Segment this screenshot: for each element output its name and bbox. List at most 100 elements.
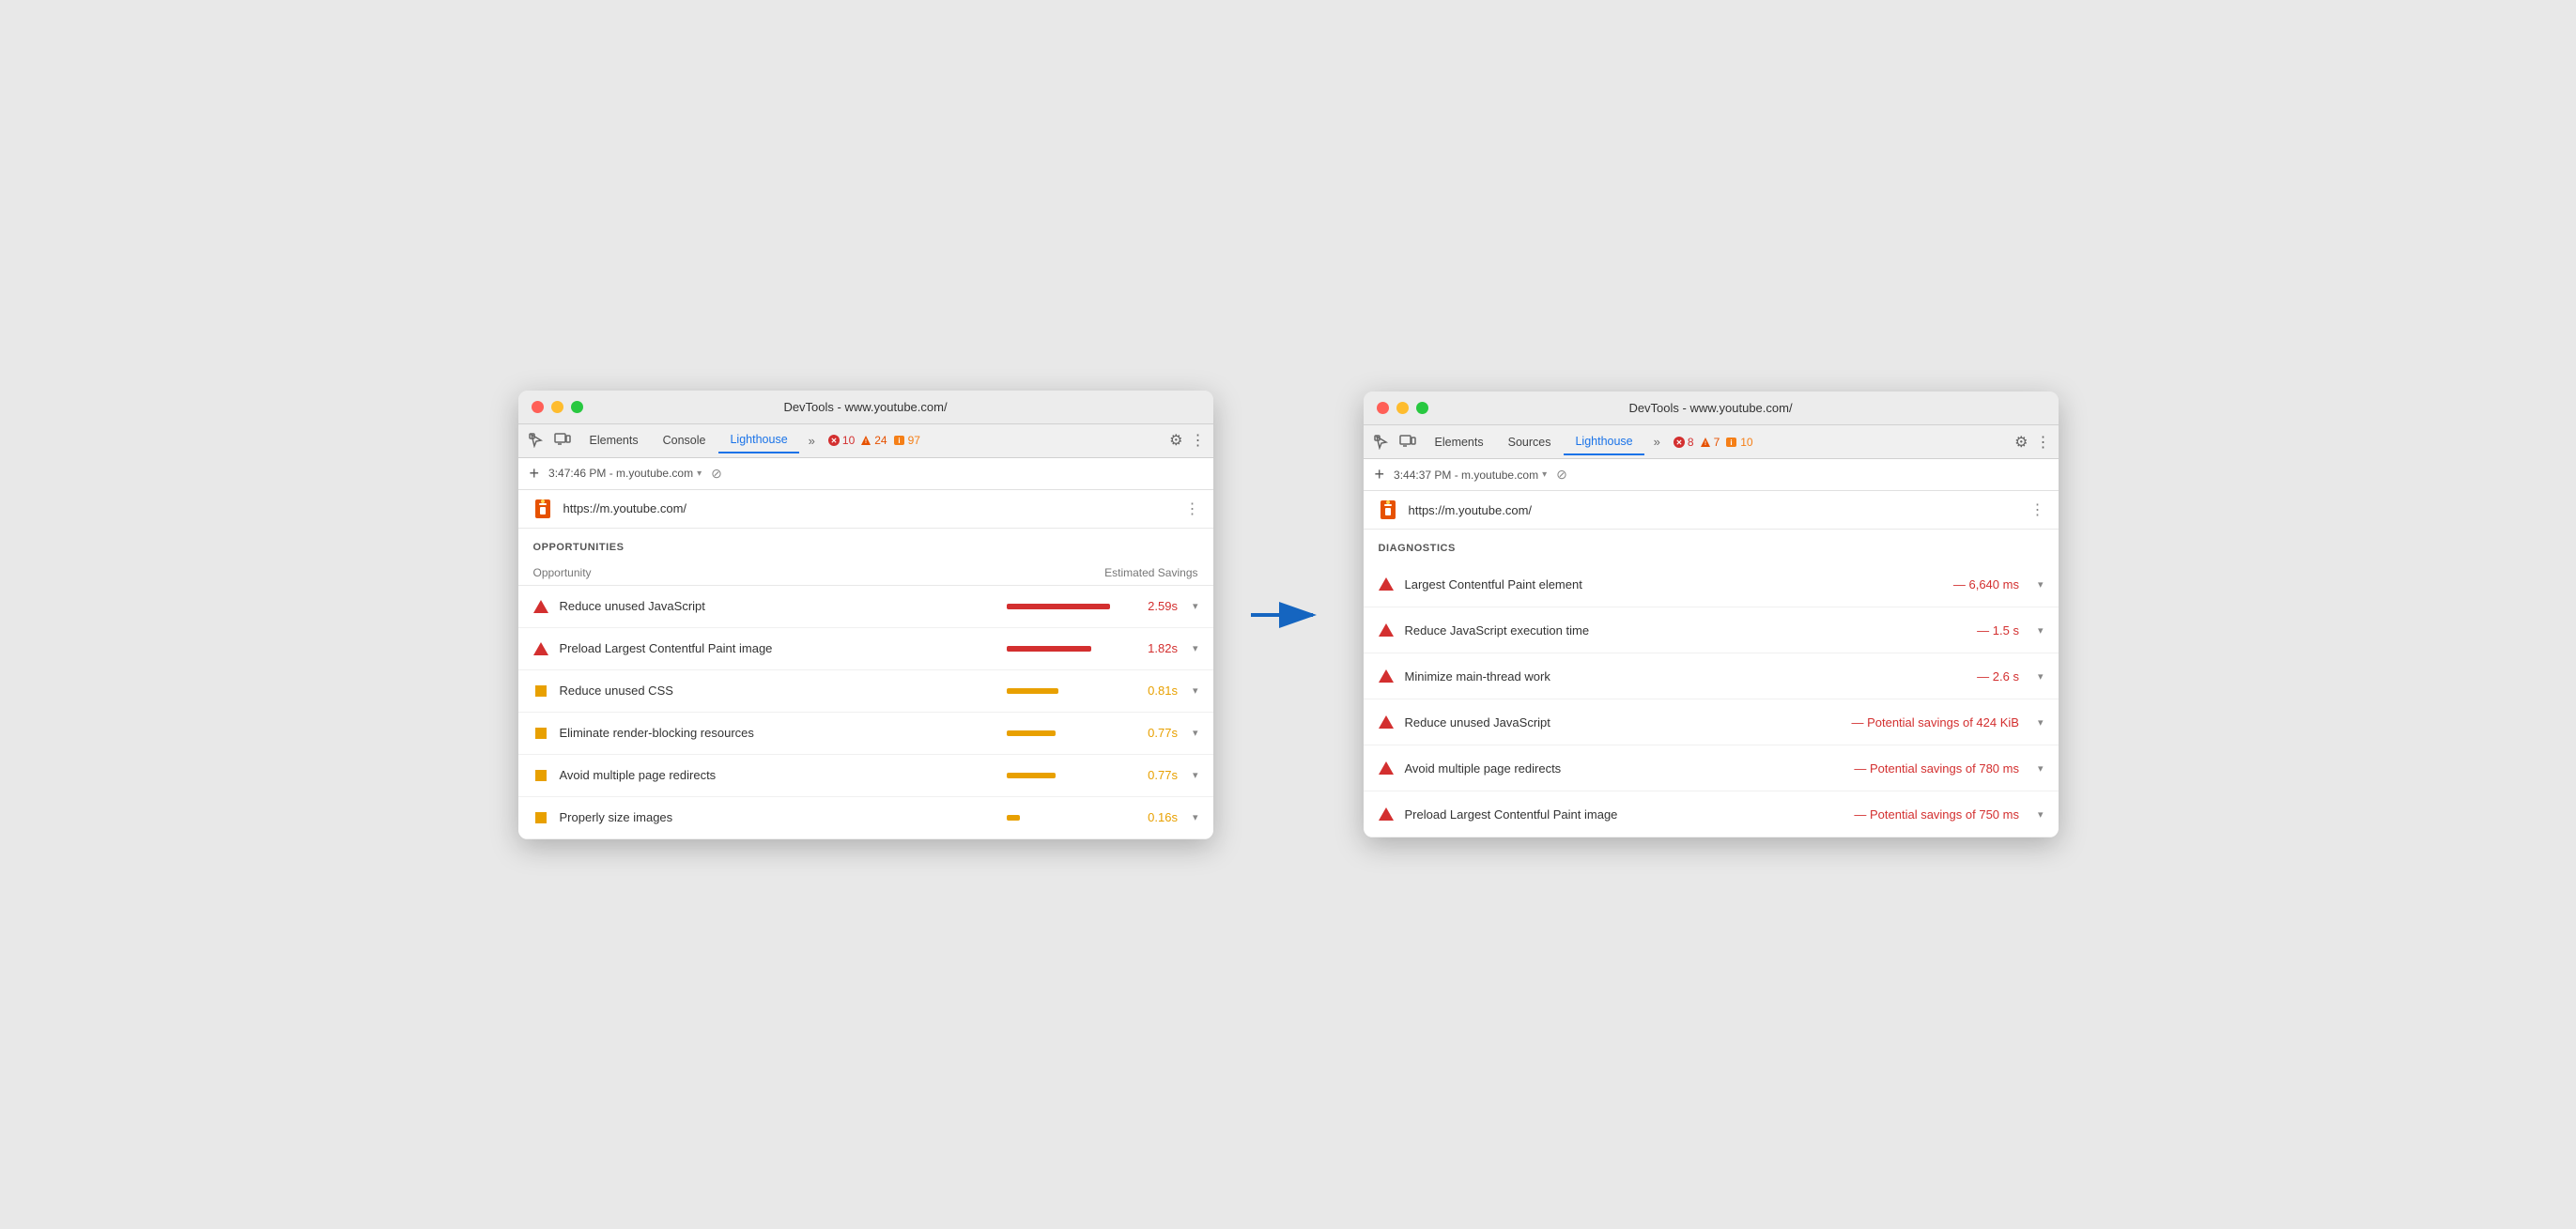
tab-actions-left: ⚙ ⋮	[1169, 431, 1205, 450]
diag-label-4: Reduce unused JavaScript	[1405, 715, 1841, 730]
diag-row-5[interactable]: Avoid multiple page redirects — Potentia…	[1364, 745, 2059, 791]
left-table-header: Opportunity Estimated Savings	[518, 561, 1213, 586]
left-timestamp: 3:47:46 PM - m.youtube.com ▾	[548, 467, 702, 480]
opp-bar-3	[1007, 688, 1058, 694]
lh-menu-right[interactable]: ⋮	[2030, 500, 2045, 519]
tab-lighthouse-left[interactable]: Lighthouse	[718, 427, 798, 453]
cursor-icon	[526, 430, 547, 451]
minimize-dot[interactable]	[551, 401, 563, 413]
opp-chevron-1[interactable]: ▾	[1193, 600, 1198, 612]
timestamp-dropdown-left[interactable]: ▾	[697, 469, 702, 479]
left-lh-header: https://m.youtube.com/ ⋮	[518, 490, 1213, 529]
right-devtools-window: DevTools - www.youtube.com/ Elements Sou…	[1364, 392, 2059, 837]
opp-row-5[interactable]: Avoid multiple page redirects 0.77s ▾	[518, 755, 1213, 797]
right-tab-bar: Elements Sources Lighthouse » ✕ 8 ! 7 i …	[1364, 425, 2059, 459]
opp-row-3[interactable]: Reduce unused CSS 0.81s ▾	[518, 670, 1213, 713]
opp-bar-container-4	[1007, 730, 1119, 736]
diag-value-3: — 2.6 s	[1977, 669, 2019, 684]
opp-chevron-4[interactable]: ▾	[1193, 727, 1198, 739]
stop-icon-right[interactable]: ⊘	[1556, 467, 1567, 483]
right-lh-header: https://m.youtube.com/ ⋮	[1364, 491, 2059, 530]
left-tab-bar: Elements Console Lighthouse » ✕ 10 ! 24 …	[518, 424, 1213, 458]
diag-label-5: Avoid multiple page redirects	[1405, 761, 1843, 776]
badge-yellow-left: i 97	[893, 434, 920, 447]
maximize-dot-right[interactable]	[1416, 402, 1428, 414]
opp-label-6: Properly size images	[560, 810, 995, 824]
settings-icon-right[interactable]: ⚙	[2014, 433, 2028, 452]
opp-savings-4: 0.77s	[1131, 726, 1178, 740]
diag-row-4[interactable]: Reduce unused JavaScript — Potential sav…	[1364, 699, 2059, 745]
tab-elements-right[interactable]: Elements	[1424, 430, 1495, 454]
diag-chevron-4[interactable]: ▾	[2038, 716, 2044, 729]
opp-label-4: Eliminate render-blocking resources	[560, 726, 995, 740]
diag-row-6[interactable]: Preload Largest Contentful Paint image —…	[1364, 791, 2059, 837]
add-tab-right[interactable]: +	[1375, 465, 1385, 484]
add-tab-left[interactable]: +	[530, 464, 540, 484]
more-icon-left[interactable]: ⋮	[1191, 431, 1206, 450]
badge-red-right: ✕ 8	[1674, 436, 1694, 449]
diag-row-3[interactable]: Minimize main-thread work — 2.6 s ▾	[1364, 653, 2059, 699]
opp-row-4[interactable]: Eliminate render-blocking resources 0.77…	[518, 713, 1213, 755]
lighthouse-icon-right	[1377, 499, 1399, 521]
left-url-bar: + 3:47:46 PM - m.youtube.com ▾ ⊘	[518, 458, 1213, 490]
diagnostics-list: Largest Contentful Paint element — 6,640…	[1364, 561, 2059, 837]
opp-bar-container-5	[1007, 773, 1119, 778]
window-controls-right	[1377, 402, 1428, 414]
tab-elements-left[interactable]: Elements	[578, 428, 650, 453]
opp-bar-container-2	[1007, 646, 1119, 652]
more-icon-right[interactable]: ⋮	[2036, 433, 2051, 452]
diag-row-1[interactable]: Largest Contentful Paint element — 6,640…	[1364, 561, 2059, 607]
opp-icon-2	[533, 641, 548, 656]
opp-chevron-6[interactable]: ▾	[1193, 811, 1198, 823]
diag-value-5: — Potential savings of 780 ms	[1854, 761, 2019, 776]
diag-chevron-2[interactable]: ▾	[2038, 624, 2044, 637]
tab-console-left[interactable]: Console	[652, 428, 717, 453]
diag-chevron-3[interactable]: ▾	[2038, 670, 2044, 683]
opp-label-2: Preload Largest Contentful Paint image	[560, 641, 995, 655]
opp-row-1[interactable]: Reduce unused JavaScript 2.59s ▾	[518, 586, 1213, 628]
diag-chevron-5[interactable]: ▾	[2038, 762, 2044, 775]
diag-chevron-1[interactable]: ▾	[2038, 578, 2044, 591]
opp-row-2[interactable]: Preload Largest Contentful Paint image 1…	[518, 628, 1213, 670]
tab-actions-right: ⚙ ⋮	[2014, 433, 2050, 452]
opportunity-list: Reduce unused JavaScript 2.59s ▾ Preload…	[518, 586, 1213, 839]
opp-bar-container-1	[1007, 604, 1119, 609]
diag-icon-6	[1379, 807, 1394, 822]
diag-label-3: Minimize main-thread work	[1405, 669, 1967, 684]
opp-chevron-5[interactable]: ▾	[1193, 769, 1198, 781]
opp-chevron-3[interactable]: ▾	[1193, 684, 1198, 697]
left-section-title: OPPORTUNITIES	[518, 529, 1213, 561]
close-dot[interactable]	[532, 401, 544, 413]
device-icon-right	[1397, 432, 1418, 453]
tab-more-right[interactable]: »	[1646, 431, 1668, 453]
opp-label-3: Reduce unused CSS	[560, 684, 995, 698]
maximize-dot[interactable]	[571, 401, 583, 413]
tab-sources-right[interactable]: Sources	[1497, 430, 1563, 454]
stop-icon-left[interactable]: ⊘	[711, 466, 722, 482]
opp-icon-6	[533, 810, 548, 825]
opp-label-5: Avoid multiple page redirects	[560, 768, 995, 782]
opp-label-1: Reduce unused JavaScript	[560, 599, 995, 613]
lh-menu-left[interactable]: ⋮	[1185, 499, 1200, 518]
diag-value-1: — 6,640 ms	[1953, 577, 2019, 591]
close-dot-right[interactable]	[1377, 402, 1389, 414]
connecting-arrow	[1251, 596, 1326, 634]
opp-icon-5	[533, 768, 548, 783]
right-window-title: DevTools - www.youtube.com/	[1628, 401, 1792, 415]
diag-chevron-6[interactable]: ▾	[2038, 808, 2044, 821]
opp-row-6[interactable]: Properly size images 0.16s ▾	[518, 797, 1213, 839]
badge-red-left: ✕ 10	[828, 434, 855, 447]
settings-icon-left[interactable]: ⚙	[1169, 431, 1182, 450]
minimize-dot-right[interactable]	[1396, 402, 1409, 414]
left-devtools-window: DevTools - www.youtube.com/ Elements Con…	[518, 391, 1213, 839]
diag-row-2[interactable]: Reduce JavaScript execution time — 1.5 s…	[1364, 607, 2059, 653]
timestamp-dropdown-right[interactable]: ▾	[1542, 469, 1547, 480]
left-lh-url: https://m.youtube.com/	[563, 501, 1176, 515]
svg-text:✕: ✕	[1676, 438, 1683, 447]
diag-icon-1	[1379, 576, 1394, 591]
opp-savings-3: 0.81s	[1131, 684, 1178, 698]
tab-badges-left: ✕ 10 ! 24 i 97	[828, 434, 920, 447]
opp-chevron-2[interactable]: ▾	[1193, 642, 1198, 654]
tab-lighthouse-right[interactable]: Lighthouse	[1564, 429, 1643, 455]
tab-more-left[interactable]: »	[801, 430, 823, 452]
